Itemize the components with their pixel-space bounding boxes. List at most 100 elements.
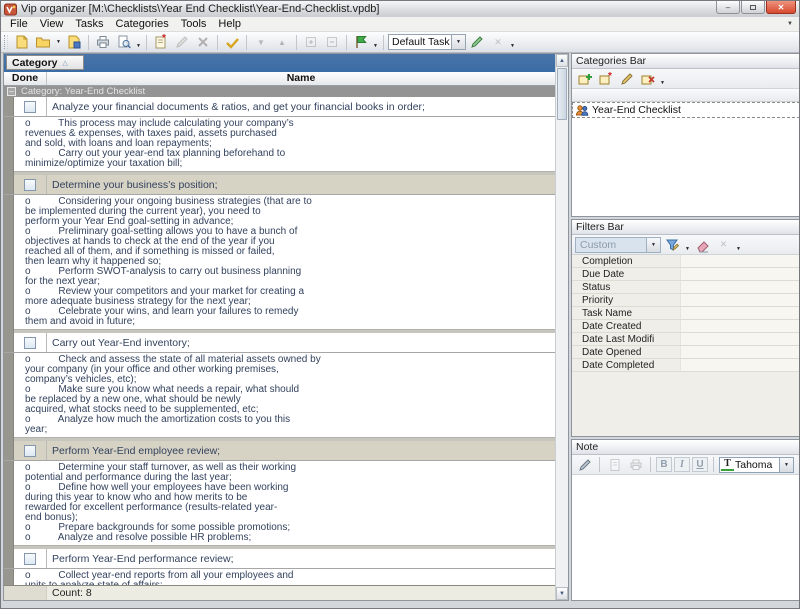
menu-item[interactable]: Categories (110, 17, 175, 31)
filter-value-field[interactable] (680, 346, 799, 358)
add-subcategory-button[interactable]: * (596, 70, 615, 87)
task-checkbox[interactable] (24, 445, 36, 457)
move-down-button[interactable]: ▼ (251, 33, 271, 51)
menubar-overflow-icon[interactable]: ▼ (787, 21, 796, 27)
filter-value-field[interactable] (680, 294, 799, 306)
group-collapse-icon[interactable]: – (7, 87, 16, 96)
font-combo-arrow[interactable]: ▼ (779, 458, 793, 472)
task-row[interactable]: Analyze your financial documents & ratio… (4, 97, 555, 117)
filter-row: Date Completed ▼ (572, 359, 799, 372)
save-filter-more[interactable]: ▼ (684, 236, 691, 254)
edit-task-button[interactable] (172, 33, 192, 51)
complete-task-button[interactable] (222, 33, 242, 51)
move-up-button[interactable]: ▲ (272, 33, 292, 51)
save-filter-button[interactable] (663, 236, 682, 253)
categories-toolbar-more[interactable]: ▼ (659, 70, 666, 88)
category-group-row[interactable]: – Category: Year-End Checklist (4, 86, 555, 97)
open-database-dropdown[interactable]: ▼ (54, 33, 63, 51)
filter-value-field[interactable] (680, 320, 799, 332)
minimize-button[interactable]: – (716, 1, 740, 14)
scroll-down-button[interactable]: ▼ (556, 587, 568, 600)
insert-default-task-button[interactable] (467, 33, 487, 51)
note-row[interactable]: o Check and assess the state of all mate… (4, 353, 555, 437)
column-header-name[interactable]: Name (47, 72, 555, 85)
edit-category-button[interactable] (617, 70, 636, 87)
print-preview-button[interactable] (114, 33, 134, 51)
main-toolbar: ▼ ▼ * ▼ ▲ ▼ Default Task ▼ ✕ ▼ (1, 32, 799, 53)
menu-item[interactable]: Tools (175, 17, 213, 31)
filter-value-field[interactable] (680, 268, 799, 280)
expand-all-button[interactable] (301, 33, 321, 51)
collapse-all-button[interactable] (322, 33, 342, 51)
insert-note-button[interactable] (605, 456, 624, 473)
note-row[interactable]: o Considering your ongoing business stra… (4, 195, 555, 329)
filter-label: Task Name (572, 308, 680, 319)
filter-preset-combo[interactable]: Custom ▼ (575, 237, 661, 253)
default-task-combo[interactable]: Default Task ▼ (388, 34, 466, 50)
italic-button[interactable]: I (674, 457, 690, 472)
note-content[interactable] (572, 475, 799, 600)
task-row[interactable]: Carry out Year-End inventory; (4, 333, 555, 353)
category-row[interactable]: Year-End Checklist 8 8 (572, 102, 799, 118)
close-button[interactable]: ✕ (766, 1, 796, 14)
task-name: Perform Year-End performance review; (47, 549, 555, 568)
new-task-button[interactable]: * (151, 33, 171, 51)
column-header-done[interactable]: Done (4, 72, 47, 85)
task-checkbox[interactable] (24, 553, 36, 565)
task-checkbox[interactable] (24, 101, 36, 113)
toolbar-grip[interactable] (4, 35, 8, 49)
menu-item[interactable]: Help (212, 17, 247, 31)
edit-note-button[interactable] (575, 456, 594, 473)
task-row[interactable]: Perform Year-End employee review; (4, 441, 555, 461)
print-group-more[interactable]: ▼ (135, 33, 142, 51)
task-checkbox[interactable] (24, 179, 36, 191)
add-category-button[interactable] (575, 70, 594, 87)
open-database-button[interactable] (33, 33, 53, 51)
task-list-scrollbar[interactable]: ▲ ▼ (555, 54, 568, 600)
scroll-track[interactable] (556, 121, 568, 587)
note-printer-icon (628, 457, 644, 473)
delete-task-button[interactable] (193, 33, 213, 51)
task-checkbox[interactable] (24, 337, 36, 349)
default-task-group-more[interactable]: ▼ (509, 33, 516, 51)
note-row[interactable]: o Determine your staff turnover, as well… (4, 461, 555, 545)
font-combo[interactable]: T Tahoma ▼ (719, 457, 794, 473)
underline-button[interactable]: U (692, 457, 708, 472)
menu-item[interactable]: View (34, 17, 70, 31)
remove-default-task-button[interactable]: ✕ (488, 33, 508, 51)
note-row[interactable]: o This process may include calculating y… (4, 117, 555, 171)
group-by-bar: Category △ (4, 54, 555, 72)
print-note-button[interactable] (626, 456, 645, 473)
filter-value-field[interactable] (680, 359, 799, 371)
filter-label: Date Last Modifi (572, 334, 680, 345)
flag-group-more[interactable]: ▼ (372, 33, 379, 51)
menu-item[interactable]: File (4, 17, 34, 31)
new-database-button[interactable] (12, 33, 32, 51)
delete-filter-button[interactable]: ✕ (714, 236, 733, 253)
filter-value-field[interactable] (680, 333, 799, 345)
bold-button[interactable]: B (656, 457, 672, 472)
delete-category-button[interactable] (638, 70, 657, 87)
menu-item[interactable]: Tasks (69, 17, 109, 31)
maximize-button[interactable] (741, 1, 765, 14)
filters-toolbar-more[interactable]: ▼ (735, 236, 742, 254)
task-row[interactable]: Determine your business’s position; (4, 175, 555, 195)
main-area: Category △ Done Name – Category: Year-En… (1, 53, 799, 601)
task-row[interactable]: Perform Year-End performance review; (4, 549, 555, 569)
view-filter-flag-button[interactable] (351, 33, 371, 51)
filter-value-field[interactable] (680, 255, 799, 267)
filter-value-field[interactable] (680, 307, 799, 319)
print-button[interactable] (93, 33, 113, 51)
scroll-up-button[interactable]: ▲ (556, 54, 568, 67)
group-header-label: Category: Year-End Checklist (21, 86, 145, 97)
note-row[interactable]: o Collect year-end reports from all your… (4, 569, 555, 585)
category-name-cell[interactable]: Year-End Checklist (572, 102, 799, 118)
save-database-button[interactable] (64, 33, 84, 51)
delete-category-icon (640, 71, 656, 87)
clear-filter-button[interactable] (693, 236, 712, 253)
filter-value-field[interactable] (680, 281, 799, 293)
scroll-thumb[interactable] (557, 68, 567, 120)
default-task-combo-arrow[interactable]: ▼ (451, 35, 465, 49)
group-by-category-button[interactable]: Category △ (6, 55, 84, 70)
filter-preset-arrow[interactable]: ▼ (646, 238, 660, 252)
